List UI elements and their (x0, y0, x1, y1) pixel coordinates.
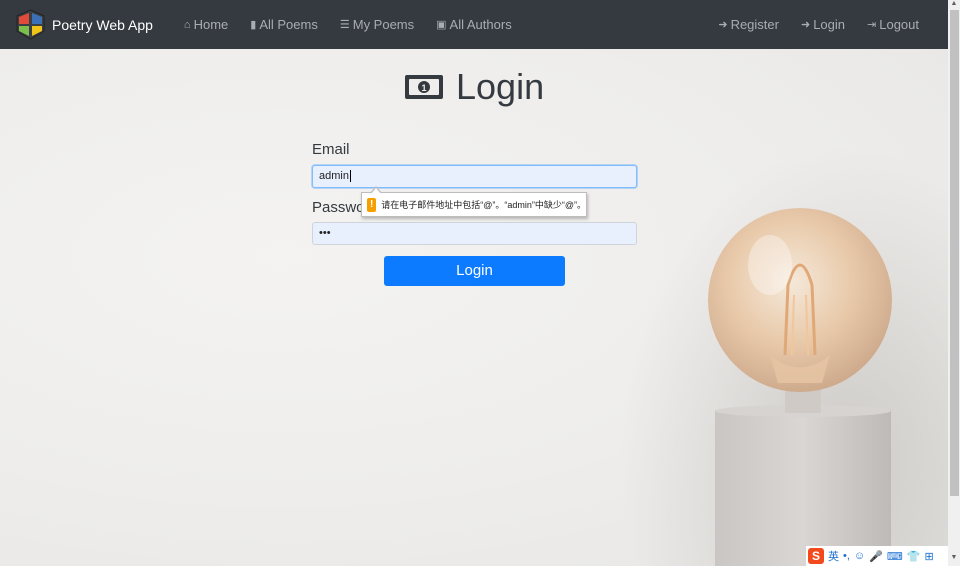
page-title-text: Login (456, 66, 545, 107)
microphone-icon[interactable]: 🎤 (869, 550, 883, 563)
warning-icon: ! (367, 197, 377, 212)
svg-text:1: 1 (421, 83, 426, 93)
nav-all-authors-link[interactable]: ▣ All Authors (425, 17, 523, 32)
nav-logout-label: Logout (879, 17, 919, 32)
brand[interactable]: Poetry Web App (15, 9, 153, 40)
nav-right: ➜ Register ➜ Login ⇥ Logout (707, 17, 930, 32)
text-caret (349, 170, 351, 183)
scroll-down-arrow-icon[interactable]: ▼ (949, 554, 959, 564)
home-icon: ⌂ (183, 18, 191, 31)
scroll-up-arrow-icon[interactable]: ▲ (949, 0, 959, 10)
navbar: Poetry Web App ⌂ Home ▮ All Poems ☰ My P… (0, 0, 948, 49)
toolbox-icon[interactable]: ⊞ (924, 550, 933, 563)
nav-all-authors-label: All Authors (449, 17, 512, 32)
punctuation-icon[interactable]: •, (843, 550, 850, 562)
nav-all-poems-link[interactable]: ▮ All Poems (239, 17, 329, 32)
nav-logout-link[interactable]: ⇥ Logout (856, 17, 930, 32)
sign-in-icon: ➜ (800, 19, 811, 31)
page-title: 1 Login (404, 66, 544, 108)
sign-out-icon: ⇥ (867, 19, 877, 31)
nav-register-label: Register (730, 17, 779, 32)
money-icon: 1 (405, 75, 443, 99)
nav-left: ⌂ Home ▮ All Poems ☰ My Poems ▣ All Auth… (173, 17, 523, 32)
sogou-logo-icon[interactable]: S (808, 548, 824, 564)
validation-tooltip: ! 请在电子邮件地址中包括“@”。“admin”中缺少“@”。 (361, 186, 587, 217)
money-icon: ▣ (436, 19, 447, 31)
password-value: ••• (319, 227, 331, 239)
nav-home-link[interactable]: ⌂ Home (173, 17, 239, 32)
list-icon: ☰ (339, 19, 350, 31)
nav-register-link[interactable]: ➜ Register (707, 17, 790, 32)
nav-all-poems-label: All Poems (259, 17, 318, 32)
scrollbar-thumb[interactable] (950, 10, 959, 496)
email-label: Email (312, 141, 350, 158)
login-button[interactable]: Login (384, 256, 565, 286)
nav-home-label: Home (193, 17, 229, 32)
ime-mode[interactable]: 英 (828, 548, 839, 564)
lamp-image (708, 208, 892, 566)
nav-login-label: Login (813, 17, 846, 32)
nav-login-link[interactable]: ➜ Login (790, 17, 856, 32)
email-value: admin (319, 170, 349, 182)
skin-icon[interactable]: 👕 (907, 550, 921, 563)
nav-my-poems-link[interactable]: ☰ My Poems (329, 17, 425, 32)
sign-in-icon: ➜ (718, 19, 728, 31)
keyboard-icon[interactable]: ⌨ (887, 550, 903, 563)
book-icon: ▮ (250, 19, 257, 31)
emoji-icon[interactable]: ☺ (854, 550, 865, 562)
validation-message: 请在电子邮件地址中包括“@”。“admin”中缺少“@”。 (381, 200, 586, 210)
password-field[interactable]: ••• (312, 222, 637, 245)
email-field[interactable]: admin (312, 165, 637, 188)
ime-toolbar: S 英 •, ☺ 🎤 ⌨ 👕 ⊞ (806, 546, 948, 566)
nav-my-poems-label: My Poems (352, 17, 415, 32)
brand-name: Poetry Web App (52, 16, 153, 33)
logo-icon (16, 9, 45, 40)
